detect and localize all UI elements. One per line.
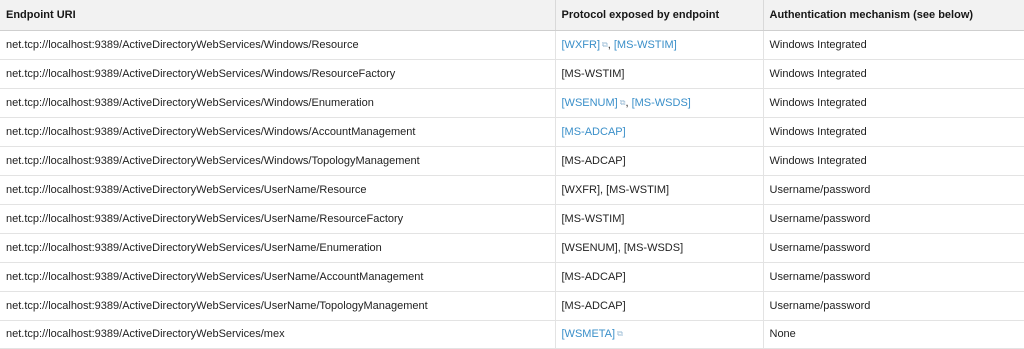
protocol-cell: [WSENUM] ⧉, [MS-WSDS]: [555, 88, 764, 118]
auth-mechanism-cell: Windows Integrated: [763, 117, 1024, 147]
protocol-label: [MS-WSTIM]: [606, 183, 670, 196]
protocol-text: [WXFR]: [562, 184, 601, 196]
protocol-label: [WSMETA]: [561, 328, 616, 340]
auth-mechanism-cell: Username/password: [763, 204, 1024, 234]
auth-mechanism-cell: Windows Integrated: [763, 88, 1024, 118]
auth-mechanism-cell: Username/password: [763, 175, 1024, 205]
auth-mechanism-cell: Windows Integrated: [763, 146, 1024, 176]
protocol-label: [MS-WSDS]: [623, 241, 684, 254]
protocol-cell: [MS-ADCAP]: [555, 117, 764, 147]
endpoint-uri-cell: net.tcp://localhost:9389/ActiveDirectory…: [0, 320, 556, 349]
auth-mechanism-cell: Windows Integrated: [763, 30, 1024, 60]
protocol-text: [MS-WSTIM]: [606, 184, 669, 196]
header-authentication: Authentication mechanism (see below): [763, 0, 1024, 31]
endpoint-uri-cell: net.tcp://localhost:9389/ActiveDirectory…: [0, 88, 556, 118]
protocol-text: [MS-WSDS]: [624, 242, 683, 254]
protocol-cell: [MS-ADCAP]: [555, 291, 764, 321]
external-link-icon: ⧉: [617, 329, 623, 338]
protocol-text: [MS-ADCAP]: [562, 155, 626, 167]
endpoint-uri-cell: net.tcp://localhost:9389/ActiveDirectory…: [0, 204, 556, 234]
protocol-label: [MS-WSTIM]: [561, 67, 625, 80]
protocol-cell: [WSMETA] ⧉: [555, 320, 764, 349]
auth-mechanism-cell: Username/password: [763, 291, 1024, 321]
table-header-row: Endpoint URI Protocol exposed by endpoin…: [0, 0, 1024, 31]
protocol-link[interactable]: [WSMETA] ⧉: [562, 328, 623, 340]
protocol-label: [MS-WSTIM]: [561, 212, 625, 225]
protocol-text: [MS-ADCAP]: [562, 300, 626, 312]
table-row: net.tcp://localhost:9389/ActiveDirectory…: [0, 59, 1024, 89]
protocol-cell: [WXFR], [MS-WSTIM]: [555, 175, 764, 205]
table-row: net.tcp://localhost:9389/ActiveDirectory…: [0, 262, 1024, 292]
table-row: net.tcp://localhost:9389/ActiveDirectory…: [0, 233, 1024, 263]
protocol-label: [MS-ADCAP]: [561, 270, 626, 283]
protocol-link[interactable]: [MS-WSDS]: [632, 97, 691, 109]
table-row: net.tcp://localhost:9389/ActiveDirectory…: [0, 30, 1024, 60]
table-body: net.tcp://localhost:9389/ActiveDirectory…: [0, 30, 1024, 349]
protocol-link[interactable]: [WXFR] ⧉: [562, 39, 608, 51]
table-row: net.tcp://localhost:9389/ActiveDirectory…: [0, 175, 1024, 205]
protocol-cell: [WXFR] ⧉, [MS-WSTIM]: [555, 30, 764, 60]
table-row: net.tcp://localhost:9389/ActiveDirectory…: [0, 291, 1024, 321]
auth-mechanism-cell: Username/password: [763, 233, 1024, 263]
header-endpoint-uri: Endpoint URI: [0, 0, 556, 31]
table-row: net.tcp://localhost:9389/ActiveDirectory…: [0, 204, 1024, 234]
protocol-cell: [MS-WSTIM]: [555, 204, 764, 234]
protocol-label: [WSENUM]: [561, 96, 618, 109]
endpoint-uri-cell: net.tcp://localhost:9389/ActiveDirectory…: [0, 233, 556, 263]
protocol-cell: [MS-WSTIM]: [555, 59, 764, 89]
protocol-label: [MS-ADCAP]: [561, 125, 626, 138]
protocol-text: [MS-WSTIM]: [562, 68, 625, 80]
table-row: net.tcp://localhost:9389/ActiveDirectory…: [0, 320, 1024, 349]
protocol-link[interactable]: [MS-ADCAP]: [562, 126, 626, 138]
protocol-cell: [MS-ADCAP]: [555, 262, 764, 292]
endpoints-table: Endpoint URI Protocol exposed by endpoin…: [0, 0, 1024, 349]
protocol-label: [WXFR]: [561, 38, 601, 51]
endpoint-uri-cell: net.tcp://localhost:9389/ActiveDirectory…: [0, 30, 556, 60]
protocol-label: [MS-WSTIM]: [613, 38, 677, 51]
endpoint-uri-cell: net.tcp://localhost:9389/ActiveDirectory…: [0, 59, 556, 89]
protocol-label: [MS-ADCAP]: [561, 299, 626, 312]
protocol-link[interactable]: [WSENUM] ⧉: [562, 97, 626, 109]
protocol-link[interactable]: [MS-WSTIM]: [614, 39, 677, 51]
endpoint-uri-cell: net.tcp://localhost:9389/ActiveDirectory…: [0, 117, 556, 147]
table-row: net.tcp://localhost:9389/ActiveDirectory…: [0, 88, 1024, 118]
protocol-text: [MS-ADCAP]: [562, 271, 626, 283]
table-row: net.tcp://localhost:9389/ActiveDirectory…: [0, 117, 1024, 147]
protocol-label: [WXFR]: [561, 183, 601, 196]
header-protocol: Protocol exposed by endpoint: [555, 0, 764, 31]
protocol-cell: [WSENUM], [MS-WSDS]: [555, 233, 764, 263]
auth-mechanism-cell: Windows Integrated: [763, 59, 1024, 89]
protocol-label: [WSENUM]: [561, 241, 618, 254]
endpoint-uri-cell: net.tcp://localhost:9389/ActiveDirectory…: [0, 262, 556, 292]
protocol-label: [MS-WSDS]: [631, 96, 691, 109]
endpoint-uri-cell: net.tcp://localhost:9389/ActiveDirectory…: [0, 146, 556, 176]
endpoint-uri-cell: net.tcp://localhost:9389/ActiveDirectory…: [0, 291, 556, 321]
protocol-text: [WSENUM]: [562, 242, 618, 254]
auth-mechanism-cell: None: [763, 320, 1024, 349]
endpoint-uri-cell: net.tcp://localhost:9389/ActiveDirectory…: [0, 175, 556, 205]
auth-mechanism-cell: Username/password: [763, 262, 1024, 292]
protocol-label: [MS-ADCAP]: [561, 154, 626, 167]
protocol-cell: [MS-ADCAP]: [555, 146, 764, 176]
protocol-text: [MS-WSTIM]: [562, 213, 625, 225]
table-row: net.tcp://localhost:9389/ActiveDirectory…: [0, 146, 1024, 176]
